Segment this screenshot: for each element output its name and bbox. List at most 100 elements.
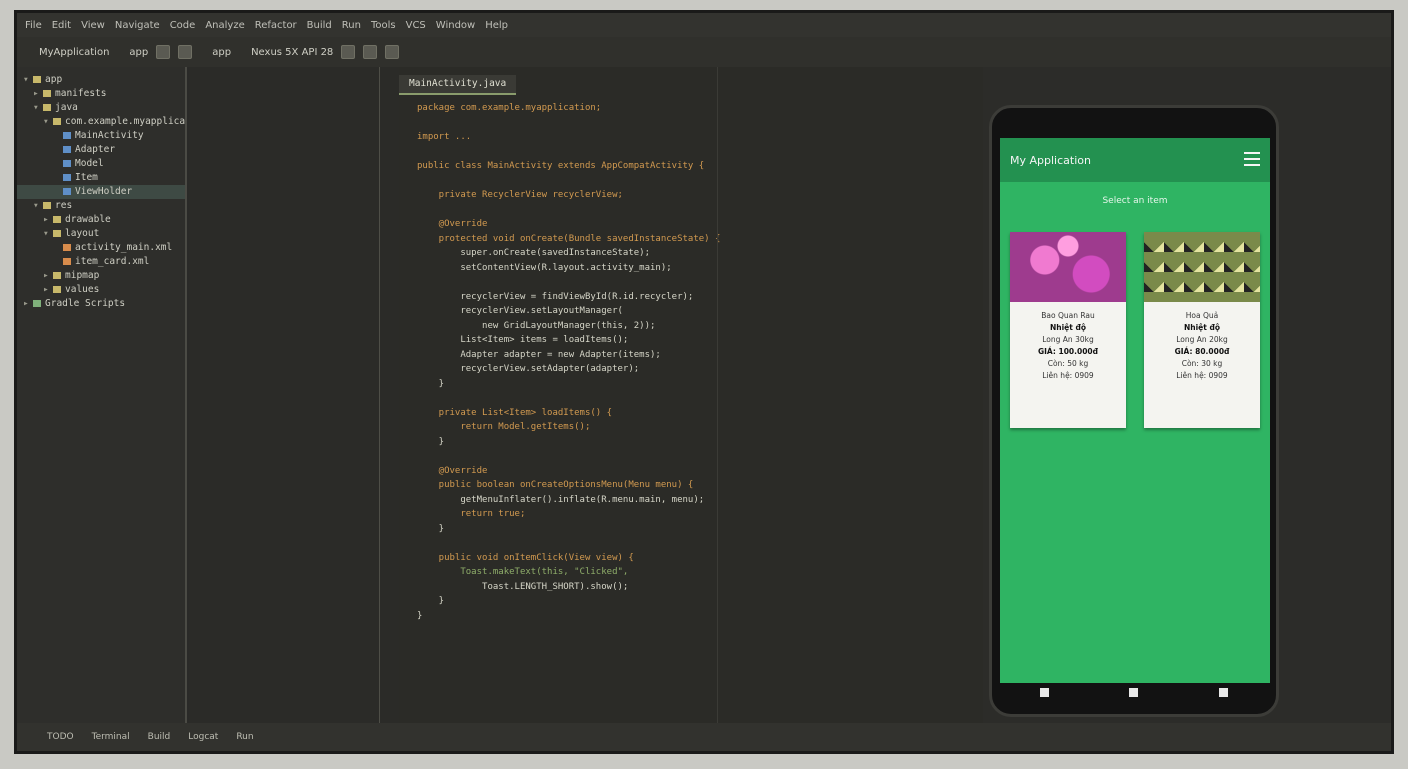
menu-edit[interactable]: Edit bbox=[52, 20, 71, 31]
gradle-icon bbox=[33, 300, 41, 307]
tree-item[interactable]: MainActivity bbox=[17, 129, 185, 143]
menu-code[interactable]: Code bbox=[170, 20, 196, 31]
divider bbox=[379, 67, 380, 723]
code-line: @Override bbox=[417, 465, 488, 476]
code-line: List<Item> items = loadItems(); bbox=[417, 335, 629, 345]
folder-icon bbox=[43, 90, 51, 97]
item-card[interactable]: Hoa Quả Nhiệt độ Long An 20kg GIÁ: 80.00… bbox=[1144, 232, 1260, 428]
tree-item[interactable]: ▾ app bbox=[17, 73, 185, 87]
app-title: My Application bbox=[1010, 153, 1091, 167]
menu-refactor[interactable]: Refactor bbox=[255, 20, 297, 31]
debug-icon[interactable] bbox=[363, 45, 378, 59]
chevron-down-icon: ▾ bbox=[33, 102, 39, 113]
menu-run[interactable]: Run bbox=[342, 20, 361, 31]
class-icon bbox=[63, 132, 71, 139]
tree-item[interactable]: activity_main.xml bbox=[17, 241, 185, 255]
card-line: Nhiệt độ bbox=[1184, 323, 1220, 332]
folder-icon bbox=[43, 104, 51, 111]
chevron-right-icon: ▸ bbox=[23, 298, 29, 309]
chevron-right-icon: ▸ bbox=[43, 270, 49, 281]
card-line: Còn: 50 kg bbox=[1047, 359, 1089, 368]
code-line: private RecyclerView recyclerView; bbox=[417, 190, 623, 200]
editor-tab[interactable]: MainActivity.java bbox=[399, 75, 517, 95]
code-line: recyclerView = findViewById(R.id.recycle… bbox=[417, 291, 694, 302]
tree-item[interactable]: ▸ values bbox=[17, 283, 185, 297]
project-breadcrumb[interactable]: MyApplication bbox=[39, 47, 109, 58]
run-config-select[interactable]: app bbox=[212, 47, 231, 58]
code-line: } bbox=[417, 436, 445, 447]
tool-terminal[interactable]: Terminal bbox=[92, 732, 130, 742]
code-line: public void onItemClick(View view) { bbox=[417, 552, 634, 563]
menu-tools[interactable]: Tools bbox=[371, 20, 396, 31]
tree-item[interactable]: Item bbox=[17, 171, 185, 185]
tool-todo[interactable]: TODO bbox=[47, 732, 74, 742]
code-line: getMenuInflater().inflate(R.menu.main, m… bbox=[417, 494, 705, 505]
tree-item[interactable]: ▾ res bbox=[17, 199, 185, 213]
menu-analyze[interactable]: Analyze bbox=[205, 20, 244, 31]
tree-item[interactable]: item_card.xml bbox=[17, 255, 185, 269]
phone-screen[interactable]: My Application Select an item Bao Quan R… bbox=[1000, 138, 1270, 683]
home-icon[interactable] bbox=[1129, 687, 1139, 697]
tool-logcat[interactable]: Logcat bbox=[188, 732, 218, 742]
app-bar: My Application bbox=[1000, 138, 1270, 182]
card-price: GIÁ: 100.000đ bbox=[1037, 347, 1099, 356]
tree-item[interactable]: ▸ Gradle Scripts bbox=[17, 297, 185, 311]
device-select[interactable]: Nexus 5X API 28 bbox=[251, 47, 333, 58]
card-name: Hoa Quả bbox=[1185, 311, 1219, 320]
item-card[interactable]: Bao Quan Rau Nhiệt độ Long An 30kg GIÁ: … bbox=[1010, 232, 1126, 428]
code-line: } bbox=[417, 610, 423, 621]
tool-build[interactable]: Build bbox=[148, 732, 171, 742]
code-line: public class MainActivity extends AppCom… bbox=[417, 161, 705, 171]
card-line: Liên hệ: 0909 bbox=[1042, 371, 1094, 380]
code-line: setContentView(R.layout.activity_main); bbox=[417, 262, 672, 273]
tree-item[interactable]: ▸ mipmap bbox=[17, 269, 185, 283]
module-breadcrumb[interactable]: app bbox=[129, 47, 148, 58]
chevron-right-icon: ▸ bbox=[43, 284, 49, 295]
code-line: return true; bbox=[417, 509, 526, 519]
tree-item[interactable]: ▾com.example.myapplication bbox=[17, 115, 185, 129]
right-margin-guide bbox=[717, 67, 718, 723]
card-name: Bao Quan Rau bbox=[1041, 311, 1095, 320]
structure-panel bbox=[189, 67, 400, 723]
tree-item[interactable]: Adapter bbox=[17, 143, 185, 157]
card-line: Còn: 30 kg bbox=[1181, 359, 1223, 368]
stop-icon[interactable] bbox=[385, 45, 400, 59]
menu-build[interactable]: Build bbox=[307, 20, 332, 31]
monitor-screen: File Edit View Navigate Code Analyze Ref… bbox=[14, 10, 1394, 754]
build-icon[interactable] bbox=[156, 45, 171, 59]
code-line: recyclerView.setLayoutManager( bbox=[417, 306, 623, 316]
tree-item[interactable]: ▾ layout bbox=[17, 227, 185, 241]
tree-item[interactable]: ▾ java bbox=[17, 101, 185, 115]
code-line: protected void onCreate(Bundle savedInst… bbox=[417, 233, 721, 244]
toolbar: MyApplication app app Nexus 5X API 28 bbox=[17, 37, 1391, 67]
code-line: Toast.LENGTH_SHORT).show(); bbox=[417, 581, 629, 592]
code-line: public boolean onCreateOptionsMenu(Menu … bbox=[417, 480, 694, 490]
menu-vcs[interactable]: VCS bbox=[406, 20, 426, 31]
menu-icon[interactable] bbox=[1244, 152, 1260, 166]
code-editor[interactable]: MainActivity.java package com.example.my… bbox=[399, 67, 983, 723]
run-config-icon[interactable] bbox=[178, 45, 193, 59]
tree-item[interactable]: ViewHolder bbox=[17, 185, 185, 199]
run-icon[interactable] bbox=[341, 45, 356, 59]
tool-window-bar: TODO Terminal Build Logcat Run bbox=[17, 723, 1391, 751]
tool-run[interactable]: Run bbox=[236, 732, 253, 742]
tree-item[interactable]: ▸ manifests bbox=[17, 87, 185, 101]
menu-view[interactable]: View bbox=[81, 20, 105, 31]
xml-file-icon bbox=[63, 258, 71, 265]
menu-navigate[interactable]: Navigate bbox=[115, 20, 160, 31]
menu-window[interactable]: Window bbox=[436, 20, 475, 31]
back-icon[interactable] bbox=[1040, 687, 1050, 697]
card-line: Long An 20kg bbox=[1176, 335, 1228, 344]
recents-icon[interactable] bbox=[1218, 687, 1228, 697]
class-icon bbox=[63, 174, 71, 181]
chevron-right-icon: ▸ bbox=[33, 88, 39, 99]
menu-file[interactable]: File bbox=[25, 20, 42, 31]
tree-item[interactable]: ▸ drawable bbox=[17, 213, 185, 227]
code-line: private List<Item> loadItems() { bbox=[417, 407, 613, 418]
chevron-down-icon: ▾ bbox=[33, 200, 39, 211]
menu-help[interactable]: Help bbox=[485, 20, 508, 31]
tree-item[interactable]: Model bbox=[17, 157, 185, 171]
